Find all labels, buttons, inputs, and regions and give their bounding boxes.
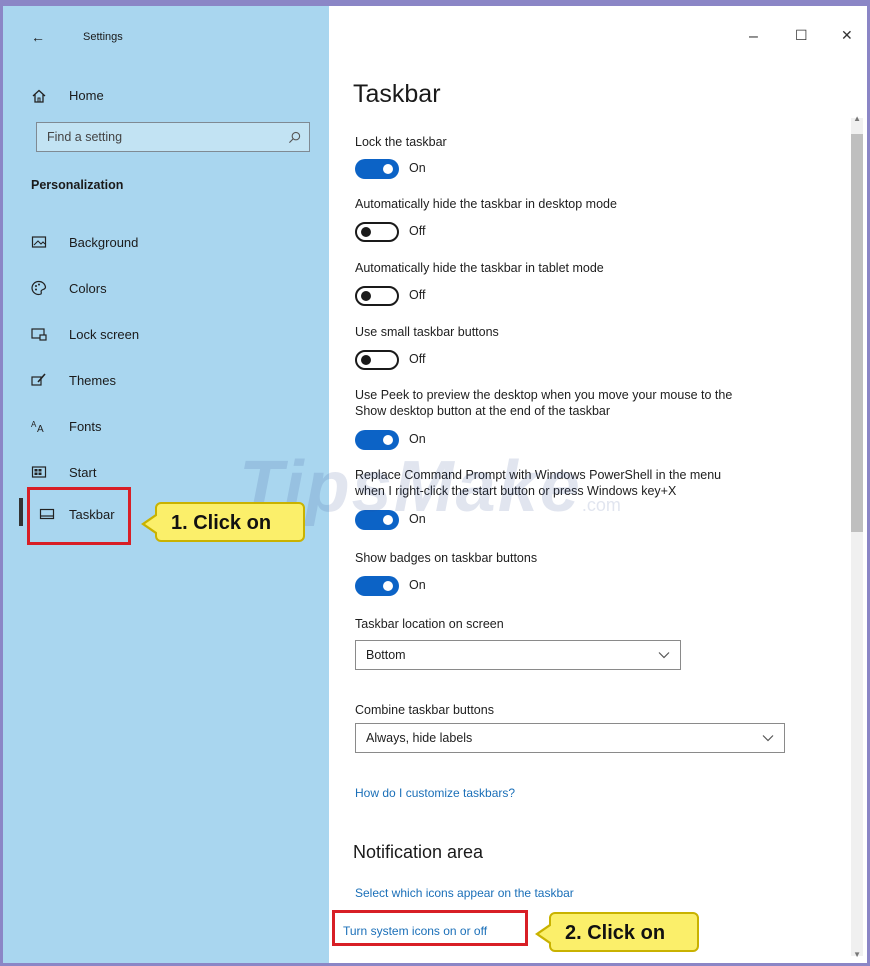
- highlight-box-system-icons: [332, 910, 528, 946]
- svg-text:A: A: [37, 424, 44, 434]
- toggle-knob: [383, 435, 393, 445]
- sidebar-item-label: Fonts: [69, 419, 102, 434]
- help-link[interactable]: How do I customize taskbars?: [355, 786, 515, 800]
- setting-label-autohide-desktop: Automatically hide the taskbar in deskto…: [355, 197, 617, 211]
- sidebar-item-background[interactable]: Background: [31, 232, 251, 254]
- toggle-state: Off: [409, 352, 426, 366]
- setting-label-lock-taskbar: Lock the taskbar: [355, 135, 447, 149]
- highlight-box-taskbar: [27, 487, 131, 545]
- section-title: Personalization: [31, 178, 124, 192]
- toggle-knob: [383, 581, 393, 591]
- badges-toggle[interactable]: [355, 576, 399, 596]
- toggle-knob: [361, 291, 371, 301]
- sidebar-item-label: Themes: [69, 373, 116, 388]
- toggle-state: Off: [409, 224, 426, 238]
- toggle-knob: [361, 355, 371, 365]
- window-title: Settings: [83, 31, 123, 43]
- sidebar-item-lock-screen[interactable]: Lock screen: [31, 324, 251, 346]
- maximize-button[interactable]: ☐: [795, 27, 808, 44]
- sidebar-item-label: Lock screen: [69, 327, 140, 342]
- chevron-down-icon: [658, 652, 670, 659]
- home-icon: [32, 89, 46, 103]
- font-icon: A A: [31, 420, 44, 434]
- lock-taskbar-toggle[interactable]: [355, 159, 399, 179]
- autohide-tablet-toggle[interactable]: [355, 286, 399, 306]
- sidebar-item-label: Background: [69, 235, 139, 250]
- back-arrow-icon[interactable]: ←: [31, 29, 45, 45]
- sidebar-item-colors[interactable]: Colors: [31, 278, 251, 300]
- watermark-suffix: .com: [581, 495, 621, 515]
- sidebar-item-label: Start: [69, 465, 97, 480]
- autohide-desktop-toggle[interactable]: [355, 222, 399, 242]
- start-icon: [31, 466, 47, 478]
- toggle-state: On: [409, 432, 426, 446]
- location-label: Taskbar location on screen: [355, 617, 504, 631]
- setting-label-peek-line1: Use Peek to preview the desktop when you…: [355, 388, 733, 402]
- setting-label-badges: Show badges on taskbar buttons: [355, 551, 538, 565]
- callout-arrow-fill: [539, 925, 552, 943]
- scroll-up-icon[interactable]: ▲: [853, 114, 861, 123]
- toggle-state: On: [409, 161, 426, 175]
- sidebar-item-label: Colors: [69, 281, 107, 296]
- sidebar-home-label: Home: [69, 88, 104, 103]
- setting-label-peek-line2: Show desktop button at the end of the ta…: [355, 404, 611, 418]
- combine-dropdown[interactable]: Always, hide labels: [355, 723, 785, 753]
- setting-label-autohide-tablet: Automatically hide the taskbar in tablet…: [355, 261, 604, 275]
- page-title: Taskbar: [353, 80, 441, 108]
- sidebar-item-start[interactable]: Start: [31, 462, 251, 484]
- close-button[interactable]: ✕: [841, 27, 853, 44]
- callout-text: 1. Click on: [171, 512, 272, 534]
- notification-area-heading: Notification area: [353, 842, 484, 862]
- palette-icon: [31, 280, 47, 296]
- search-input[interactable]: Find a setting: [36, 122, 310, 152]
- brush-icon: [31, 373, 46, 386]
- callout-step-1: 1. Click on: [141, 502, 305, 542]
- callout-text: 2. Click on: [565, 922, 666, 944]
- location-value: Bottom: [366, 648, 406, 662]
- selection-indicator: [19, 498, 23, 526]
- combine-label: Combine taskbar buttons: [355, 703, 494, 717]
- scroll-down-icon[interactable]: ▼: [853, 950, 861, 959]
- setting-label-small-buttons: Use small taskbar buttons: [355, 325, 499, 339]
- select-icons-link[interactable]: Select which icons appear on the taskbar: [355, 886, 574, 900]
- sidebar-item-fonts[interactable]: A A Fonts: [31, 416, 251, 438]
- lock-screen-icon: [31, 328, 47, 341]
- combine-value: Always, hide labels: [366, 731, 473, 745]
- toggle-knob: [361, 227, 371, 237]
- chevron-down-icon: [762, 735, 774, 742]
- small-buttons-toggle[interactable]: [355, 350, 399, 370]
- sidebar-item-themes[interactable]: Themes: [31, 370, 251, 392]
- toggle-state: On: [409, 578, 426, 592]
- toggle-state: Off: [409, 288, 426, 302]
- location-dropdown[interactable]: Bottom: [355, 640, 681, 670]
- toggle-knob: [383, 164, 393, 174]
- scrollbar-thumb[interactable]: [851, 134, 863, 532]
- callout-step-2: 2. Click on: [535, 912, 699, 952]
- search-icon: [288, 131, 301, 144]
- picture-icon: [31, 236, 47, 248]
- callout-arrow-fill: [145, 515, 158, 533]
- minimize-button[interactable]: –: [749, 28, 758, 46]
- settings-window: ← Settings Home Find a setting Personali…: [0, 0, 870, 966]
- search-placeholder: Find a setting: [47, 130, 123, 144]
- sidebar-item-home[interactable]: Home: [31, 86, 231, 108]
